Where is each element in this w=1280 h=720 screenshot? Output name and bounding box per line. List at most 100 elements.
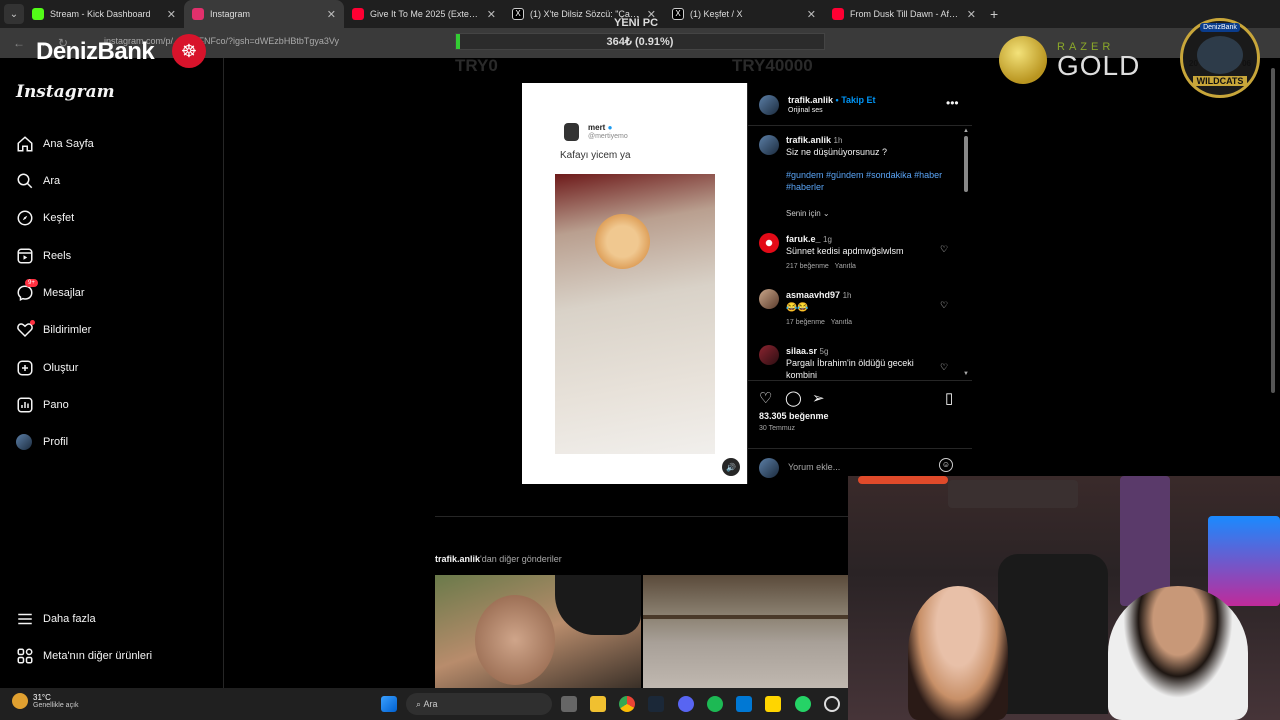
like-count[interactable]: 83.305 beğenme (759, 411, 829, 421)
comment-avatar[interactable] (759, 289, 779, 309)
tab-youtube-1[interactable]: Give It To Me 2025 (Extended M ✕ (344, 0, 504, 28)
comment-username[interactable]: silaa.sr (786, 346, 817, 356)
author-username[interactable]: trafik.anlik (788, 95, 833, 105)
weather-desc: Genellikle açık (33, 702, 79, 709)
comment-username[interactable]: faruk.e_ (786, 234, 821, 244)
sidebar-item-reels[interactable]: Reels (16, 244, 71, 268)
instagram-logo[interactable]: Instagram (16, 82, 115, 102)
post-actions: ♡ ◯ ➢ ▯ 83.305 beğenme 30 Temmuz Yorum e… (748, 380, 972, 484)
weather-widget[interactable]: 31°C Genellikle açık (12, 693, 79, 709)
tab-youtube-2[interactable]: From Dusk Till Dawn - Afro/Ma ✕ (824, 0, 984, 28)
comment-icon[interactable]: ◯ (785, 389, 802, 407)
sidebar-item-more[interactable]: Daha fazla (16, 607, 96, 631)
wildcats-sponsor-text: DenizBank (1200, 23, 1240, 32)
comment-avatar[interactable] (759, 345, 779, 365)
tab-x-2[interactable]: X (1) Keşfet / X ✕ (664, 0, 824, 28)
more-options-icon[interactable]: ••• (946, 96, 959, 110)
youtube-icon (352, 8, 364, 20)
file-explorer-icon[interactable] (590, 696, 606, 712)
comment-username[interactable]: asmaavhd97 (786, 290, 840, 300)
scroll-up-icon[interactable]: ▲ (963, 128, 969, 134)
comment-likes[interactable]: 17 beğenme (786, 319, 825, 326)
spotify-icon[interactable] (707, 696, 723, 712)
taskbar-search[interactable]: ⌕ Ara (406, 693, 552, 715)
caption-time: 1h (833, 136, 843, 145)
more-posts-user[interactable]: trafik.anlik (435, 554, 480, 564)
sidebar-item-meta[interactable]: Meta'nın diğer ürünleri (16, 644, 152, 668)
sort-dropdown[interactable]: Senin için ⌄ (786, 209, 830, 218)
tab-kick[interactable]: Stream - Kick Dashboard ✕ (24, 0, 184, 28)
audio-icon[interactable]: 🔊 (722, 458, 740, 476)
wildcats-year-right: 06 (1242, 59, 1251, 68)
razer-gold-logo: RAZER GOLD (999, 36, 1140, 84)
back-icon[interactable]: ← (8, 36, 30, 50)
sidebar-item-dashboard[interactable]: Pano (16, 393, 69, 417)
scroll-thumb[interactable] (964, 136, 968, 192)
sidebar-item-label: Mesajlar (43, 287, 85, 299)
sidebar-item-label: Reels (43, 250, 72, 262)
caption-username[interactable]: trafik.anlik (786, 135, 831, 145)
bookmark-icon[interactable]: ▯ (945, 389, 953, 407)
close-icon[interactable]: ✕ (167, 8, 176, 21)
follow-button[interactable]: Takip Et (841, 95, 875, 105)
steam-icon[interactable] (648, 696, 664, 712)
page-scrollbar[interactable] (1270, 68, 1276, 398)
sidebar-item-notifications[interactable]: Bildirimler (16, 318, 91, 342)
windows-start-icon[interactable] (381, 696, 397, 712)
sticky-notes-icon[interactable] (765, 696, 781, 712)
post-date[interactable]: 30 Temmuz (759, 425, 795, 432)
page-scroll-thumb[interactable] (1271, 68, 1275, 393)
whatsapp-icon[interactable] (795, 696, 811, 712)
author-line: trafik.anlik • Takip Et (788, 95, 876, 105)
cat-image (595, 214, 650, 269)
close-icon[interactable]: ✕ (327, 8, 336, 21)
comment-header: faruk.e_ 1g (786, 234, 832, 244)
audio-label[interactable]: Orijinal ses (788, 107, 823, 114)
post-media[interactable]: mert ● @mertiyemo Kafayı yicem ya 🔊 (522, 83, 747, 484)
leopard-icon (1197, 36, 1243, 74)
new-tab-button[interactable]: + (990, 6, 998, 22)
chrome-icon[interactable] (619, 696, 635, 712)
post-thumbnail[interactable] (643, 575, 848, 688)
goal-progress-text: 364₺ (0.91%) (606, 36, 674, 48)
close-icon[interactable]: ✕ (967, 8, 976, 21)
heart-icon[interactable]: ♡ (940, 362, 948, 373)
tweet-text: Kafayı yicem ya (560, 150, 631, 161)
comments-scrollbar[interactable]: ▲ ▼ (962, 128, 970, 378)
comment-avatar[interactable] (759, 233, 779, 253)
comment-likes[interactable]: 217 beğenme (786, 263, 829, 270)
sidebar-item-profile[interactable]: Profil (16, 430, 68, 454)
sidebar-item-create[interactable]: Oluştur (16, 356, 78, 380)
discord-icon[interactable] (678, 696, 694, 712)
cat-video[interactable] (555, 174, 715, 454)
sidebar-item-messages[interactable]: 9+ Mesajlar (16, 279, 85, 305)
comment-text: Sünnet kedisi apdmwğslwlsm (786, 246, 904, 256)
post-thumbnail[interactable] (435, 575, 641, 688)
home-icon (17, 136, 33, 152)
sidebar-item-search[interactable]: Ara (16, 169, 60, 193)
caption-avatar[interactable] (759, 135, 779, 155)
heart-icon[interactable]: ♡ (940, 300, 948, 311)
caption-text: Siz ne düşünüyorsunuz ? (786, 147, 888, 157)
emoji-icon[interactable]: ☺ (939, 458, 953, 472)
wildcats-text: WILDCATS (1192, 76, 1248, 86)
reply-button[interactable]: Yanıtla (835, 263, 856, 270)
tab-instagram[interactable]: Instagram ✕ (184, 0, 344, 28)
reply-button[interactable]: Yanıtla (831, 319, 852, 326)
donation-goal-bar: 364₺ (0.91%) (455, 33, 825, 50)
close-icon[interactable]: ✕ (807, 8, 816, 21)
close-icon[interactable]: ✕ (487, 8, 496, 21)
scroll-down-icon[interactable]: ▼ (963, 371, 969, 377)
heart-icon[interactable]: ♡ (940, 244, 948, 255)
sidebar-item-home[interactable]: Ana Sayfa (16, 132, 94, 156)
outlook-icon[interactable] (736, 696, 752, 712)
share-icon[interactable]: ➢ (812, 389, 825, 407)
author-avatar[interactable] (759, 95, 779, 115)
comment-input[interactable]: Yorum ekle... (788, 462, 840, 472)
like-icon[interactable]: ♡ (759, 389, 772, 407)
chatgpt-icon[interactable] (824, 696, 840, 712)
sidebar-item-explore[interactable]: Keşfet (16, 206, 74, 230)
task-view-icon[interactable] (561, 696, 577, 712)
caption-hashtags[interactable]: #gundem #gündem #sondakika #haber #haber… (786, 169, 956, 193)
tab-list-button[interactable]: ⌄ (4, 4, 24, 24)
